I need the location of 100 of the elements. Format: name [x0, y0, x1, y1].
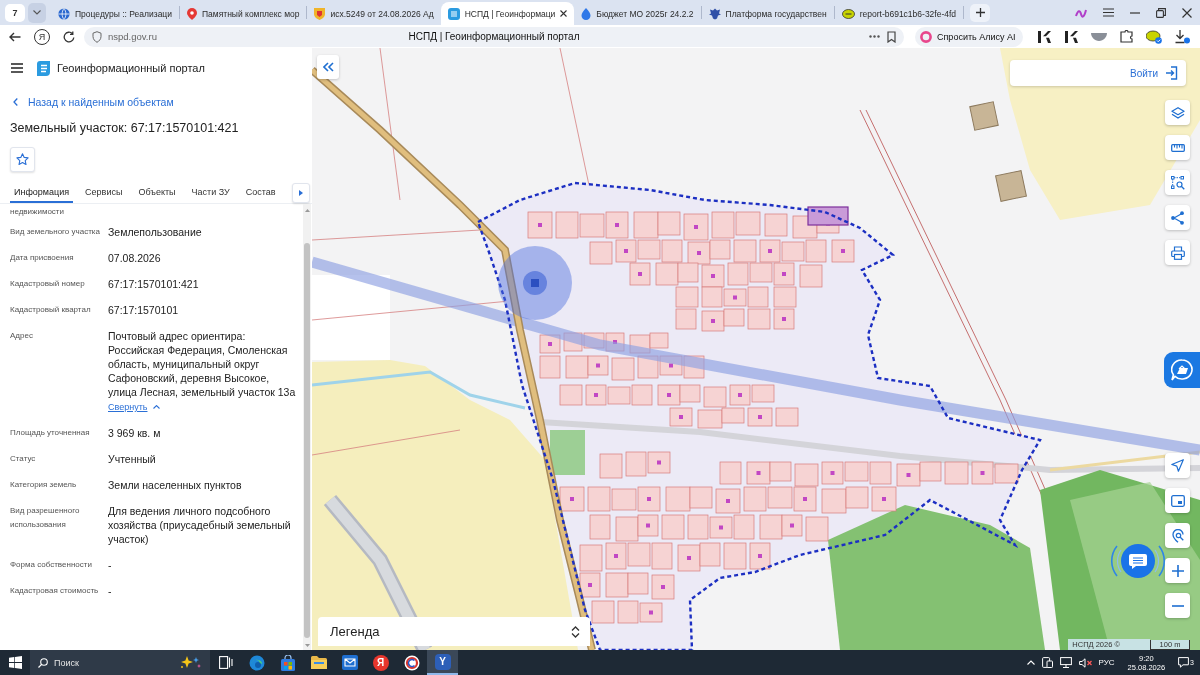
download-icon[interactable] [1175, 29, 1190, 44]
browser-tab[interactable]: Бюджет МО 2025г 24.2.2 [574, 2, 701, 25]
field-label: недвижимости [9, 206, 65, 218]
tablet-icon[interactable] [1041, 657, 1053, 668]
scrollbar-thumb[interactable] [304, 243, 310, 638]
back-icon[interactable] [9, 31, 21, 42]
info-tab[interactable]: Информация [10, 182, 74, 203]
land-parcel [701, 264, 725, 288]
windows-logo-icon[interactable] [9, 656, 22, 669]
squiggle-icon[interactable] [1075, 7, 1087, 18]
land-parcel [655, 262, 679, 286]
menu-icon[interactable] [1103, 8, 1114, 17]
land-parcel [799, 264, 823, 288]
land-parcel [751, 384, 775, 403]
share-button[interactable] [1165, 205, 1190, 230]
land-parcel [733, 514, 755, 540]
zoom-in-button[interactable] [1165, 558, 1190, 583]
task-view-icon[interactable] [218, 656, 233, 669]
land-parcel [699, 542, 721, 567]
search-bar[interactable]: Поиск [30, 650, 210, 675]
ring-app-icon[interactable] [403, 654, 420, 671]
volume-muted-icon[interactable] [1078, 657, 1092, 668]
land-parcel [539, 334, 561, 354]
minimize-icon[interactable] [1130, 11, 1140, 14]
scrollbar[interactable] [303, 204, 311, 650]
layers-button[interactable] [1165, 100, 1190, 125]
bookmark-icon[interactable] [887, 30, 896, 43]
area-select-icon [1170, 175, 1185, 190]
dome-icon[interactable] [1091, 32, 1107, 41]
favorite-button[interactable] [10, 147, 35, 172]
restore-icon[interactable] [1156, 7, 1166, 18]
land-parcel [769, 461, 792, 482]
close-icon[interactable] [1182, 7, 1192, 18]
reload-icon[interactable] [63, 30, 75, 43]
browser-tab[interactable]: Процедуры :: Реализаци [51, 2, 179, 25]
address-bar[interactable]: nspd.gov.ru НСПД | Геоинформационный портал [84, 26, 904, 47]
emblem-icon [708, 7, 721, 20]
new-tab-button[interactable] [970, 3, 991, 22]
layers-icon [1170, 106, 1185, 119]
land-parcel [669, 407, 693, 427]
chevrons-icon [571, 625, 580, 638]
caret-right-icon [299, 189, 303, 196]
ruler-button[interactable] [1165, 135, 1190, 160]
close-icon[interactable] [560, 10, 568, 17]
feedback-button[interactable] [1164, 352, 1200, 388]
legend-dropdown[interactable]: Легенда [318, 617, 590, 646]
info-tab[interactable]: Состав [241, 182, 280, 203]
angled-bars-icon[interactable] [1064, 29, 1078, 44]
info-tab[interactable]: Части ЗУ [187, 182, 234, 203]
tabs-next-button[interactable] [292, 182, 310, 203]
browser-tab[interactable]: report-b691c1b6-32fe-4fd [834, 2, 964, 25]
land-parcel [709, 516, 733, 539]
chevron-up-icon[interactable] [1026, 660, 1035, 665]
swirl-icon[interactable] [248, 654, 265, 671]
network-icon[interactable] [1059, 657, 1072, 668]
land-parcel [615, 239, 637, 263]
minimap-icon [1170, 494, 1185, 507]
menu-icon[interactable] [11, 63, 23, 73]
angled-bars-icon[interactable] [1037, 29, 1051, 44]
minimap-button[interactable] [1165, 488, 1190, 513]
area-select-button[interactable] [1165, 170, 1190, 195]
browser-tab[interactable]: Платформа государствен [701, 2, 834, 25]
zoom-out-button[interactable] [1165, 593, 1190, 618]
envelope-icon[interactable] [341, 655, 358, 670]
locate-button[interactable] [1165, 453, 1190, 478]
folder-icon[interactable] [310, 656, 327, 669]
location-marker[interactable] [498, 246, 572, 320]
land-parcel [735, 211, 761, 236]
field-label: Адрес [10, 330, 34, 342]
land-parcel [527, 211, 553, 239]
tab-count-button[interactable]: 7 [5, 3, 25, 22]
land-parcel [721, 407, 745, 424]
login-button[interactable]: Войти [1010, 60, 1186, 86]
oval-badge-icon[interactable] [1146, 29, 1162, 44]
location-search-button[interactable] [1165, 523, 1190, 548]
field-label: Кадастровый квартал [10, 304, 92, 316]
more-icon[interactable] [869, 35, 880, 38]
taskbar-app-button[interactable]: Y [427, 650, 458, 675]
notification-icon [1178, 657, 1190, 668]
land-parcel [781, 241, 805, 262]
bag-icon[interactable] [279, 654, 296, 671]
puzzle-icon[interactable] [1120, 30, 1133, 43]
land-parcel [869, 461, 892, 485]
collapse-panel-button[interactable] [317, 55, 339, 79]
browser-tab[interactable]: Памятный комплекс мор [180, 2, 307, 25]
info-tab[interactable]: Сервисы [81, 182, 127, 203]
land-parcel [759, 514, 783, 540]
stacked-logo-icon [37, 60, 50, 76]
search-field[interactable]: Поиск [54, 654, 174, 671]
share-icon [1171, 210, 1184, 225]
assistant-button[interactable]: Спросить Алису AI [915, 26, 1023, 47]
back-link[interactable]: Назад к найденным объектам [13, 96, 174, 108]
print-button[interactable] [1165, 240, 1190, 265]
land-parcel [794, 463, 819, 487]
language-indicator[interactable]: РУС [1098, 658, 1115, 667]
info-tab[interactable]: Объекты [134, 182, 180, 203]
taskbar-app-button[interactable]: Я [365, 650, 396, 675]
browser-tab[interactable]: исх.5249 от 24.08.2026 Ад [307, 2, 441, 25]
browser-tab[interactable]: НСПД | Геоинформаци [440, 2, 575, 25]
collapse-link[interactable]: Свернуть [108, 400, 161, 414]
